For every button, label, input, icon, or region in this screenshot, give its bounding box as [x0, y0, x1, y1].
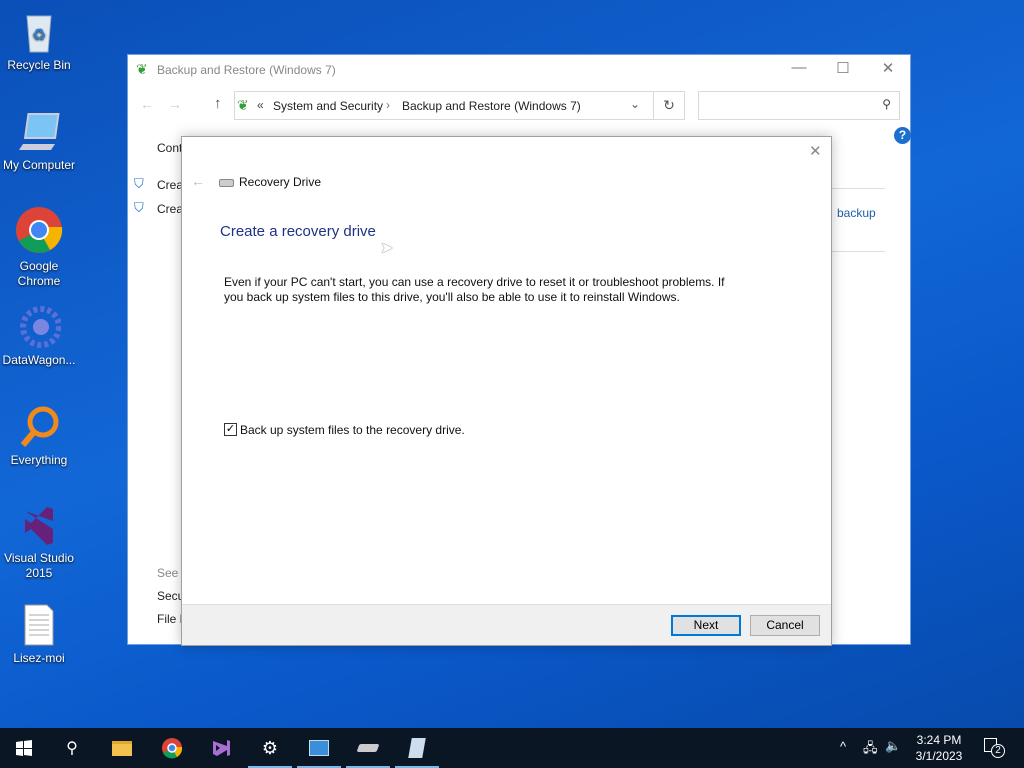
visual-studio-icon	[213, 740, 230, 756]
start-button[interactable]	[0, 728, 48, 768]
recovery-drive-dialog: ✕ ← Recovery Drive Create a recovery dri…	[181, 136, 832, 646]
chevron-down-icon[interactable]: ⌄	[630, 97, 640, 111]
dialog-heading: Create a recovery drive	[220, 223, 376, 240]
search-icon: ⚲	[882, 97, 891, 111]
breadcrumb-separator-icon: ›	[386, 98, 390, 112]
desktop-icon-recycle-bin[interactable]: ♻ Recycle Bin	[0, 10, 78, 73]
svg-text:♻: ♻	[32, 27, 46, 44]
back-icon[interactable]: ←	[191, 173, 205, 189]
breadcrumb-system-security[interactable]: System and Security	[273, 99, 383, 113]
volume-icon[interactable]: 🔈	[885, 738, 901, 754]
next-button[interactable]: Next	[671, 615, 741, 636]
control-panel-icon: ❦	[237, 97, 249, 113]
window-title: Backup and Restore (Windows 7)	[157, 63, 336, 77]
drive-icon	[219, 179, 234, 187]
network-icon[interactable]: 🖧	[863, 739, 878, 761]
datawagon-icon	[17, 305, 62, 349]
dialog-title: Recovery Drive	[239, 175, 322, 189]
notification-count: 2	[991, 744, 1005, 758]
gear-icon: ⚙	[261, 737, 279, 758]
desktop-icon-everything[interactable]: Everything	[0, 405, 78, 468]
computer-icon	[17, 110, 61, 154]
breadcrumb-backup-restore[interactable]: Backup and Restore (Windows 7)	[402, 99, 581, 113]
show-hidden-icons-button[interactable]: ^	[840, 739, 846, 754]
backup-system-files-checkbox[interactable]: ✓	[224, 423, 237, 436]
recycle-bin-icon: ♻	[17, 10, 61, 54]
dialog-footer: Next Cancel	[182, 604, 831, 645]
divider	[831, 188, 885, 189]
taskbar-notepad[interactable]	[393, 728, 441, 768]
desktop-icon-visual-studio[interactable]: Visual Studio 2015	[0, 503, 78, 581]
desktop-icon-chrome[interactable]: Google Chrome	[0, 205, 78, 289]
dialog-description: Even if your PC can't start, you can use…	[224, 275, 725, 304]
close-button[interactable]: ✕	[865, 59, 911, 77]
taskbar: ⚲ ⚙ ^ 🖧 🔈 3:24 PM 3/1/2023 2	[0, 728, 1024, 768]
document-icon	[408, 738, 426, 758]
control-panel-icon	[309, 740, 329, 756]
address-bar[interactable]: ❦ « System and Security › Backup and Res…	[234, 91, 685, 120]
folder-icon	[112, 740, 132, 756]
clock[interactable]: 3:24 PM 3/1/2023	[906, 732, 972, 764]
maximize-button[interactable]: ☐	[820, 59, 866, 77]
checkbox-label[interactable]: Back up system files to the recovery dri…	[240, 423, 465, 437]
desktop-icon-lisez-moi[interactable]: Lisez-moi	[0, 603, 78, 666]
search-button[interactable]: ⚲	[48, 728, 96, 768]
chrome-icon	[162, 738, 183, 759]
cancel-button[interactable]: Cancel	[750, 615, 820, 636]
sidebar-heading: Cont	[157, 141, 183, 155]
taskbar-control-panel[interactable]	[295, 728, 343, 768]
back-icon[interactable]: ←	[140, 96, 154, 112]
taskbar-file-explorer[interactable]	[98, 728, 146, 768]
help-icon[interactable]: ?	[894, 127, 911, 144]
everything-icon	[17, 405, 61, 449]
shield-icon: ⛉	[134, 200, 144, 215]
visual-studio-icon	[17, 503, 61, 547]
drive-icon	[356, 744, 380, 752]
close-dialog-button[interactable]: ✕	[809, 142, 822, 160]
windows-icon	[16, 740, 32, 756]
search-input[interactable]: ⚲	[698, 91, 900, 120]
taskbar-settings[interactable]: ⚙	[246, 728, 294, 768]
up-icon[interactable]: ↑	[214, 95, 222, 112]
taskbar-recovery-drive[interactable]	[344, 728, 392, 768]
forward-icon[interactable]: →	[168, 96, 182, 112]
action-center-button[interactable]: 2	[982, 736, 1006, 760]
backup-app-icon: ❦	[136, 61, 148, 77]
divider	[831, 251, 885, 252]
setup-backup-link[interactable]: backup	[837, 206, 876, 220]
minimize-button[interactable]: —	[776, 59, 822, 76]
taskbar-chrome[interactable]	[148, 728, 196, 768]
shield-icon: ⛉	[134, 176, 144, 191]
desktop-icon-datawagon[interactable]: DataWagon...	[0, 305, 78, 368]
mouse-cursor: ➤	[380, 240, 394, 257]
chrome-icon	[14, 205, 64, 255]
text-file-icon	[17, 603, 61, 647]
refresh-button[interactable]: ↻	[653, 91, 685, 120]
taskbar-visual-studio[interactable]	[197, 728, 245, 768]
desktop-icon-my-computer[interactable]: My Computer	[0, 110, 78, 173]
search-icon: ⚲	[66, 740, 78, 757]
